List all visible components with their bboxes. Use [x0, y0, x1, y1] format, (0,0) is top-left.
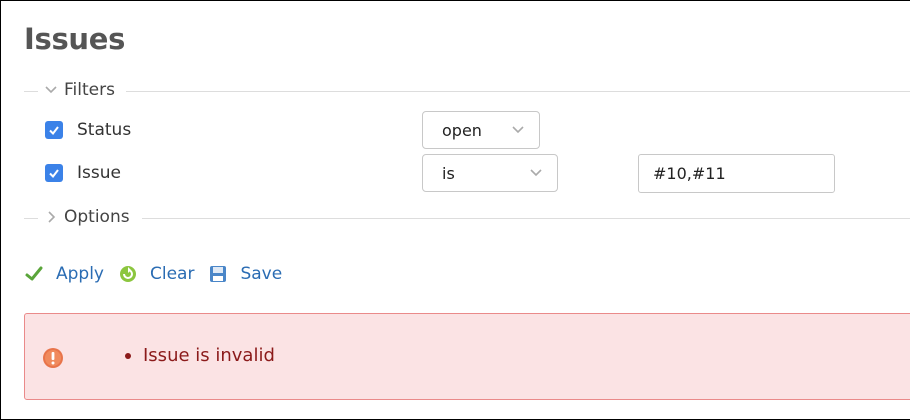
query-actions: Apply Clear Save: [24, 264, 296, 284]
options-divider-left: [24, 218, 38, 219]
issue-value-text: #10,#11: [653, 164, 726, 183]
options-legend: Options: [64, 207, 130, 227]
checkmark-icon: [49, 126, 59, 136]
issue-checkbox[interactable]: [45, 164, 63, 182]
filters-divider-left: [24, 91, 38, 92]
issue-label: Issue: [77, 163, 121, 183]
clear-link[interactable]: Clear: [118, 264, 194, 284]
error-message-box: Issue is invalid: [24, 313, 910, 400]
page-title: Issues: [24, 22, 126, 56]
filters-legend: Filters: [64, 80, 115, 100]
floppy-disk-icon: [210, 266, 227, 282]
filters-divider: [126, 91, 910, 92]
issue-operator-select[interactable]: is: [422, 154, 558, 192]
status-operator-value: open: [442, 120, 482, 140]
options-divider: [142, 218, 910, 219]
error-list: Issue is invalid: [125, 345, 275, 366]
issue-operator-value: is: [442, 163, 455, 183]
checkmark-icon: [49, 169, 59, 179]
exclamation-icon: [43, 348, 63, 368]
error-item: Issue is invalid: [125, 345, 275, 366]
save-link[interactable]: Save: [208, 264, 282, 284]
filter-row-issue: Issue: [45, 160, 121, 186]
chevron-right-icon: [48, 211, 56, 223]
clear-label: Clear: [150, 264, 195, 284]
checkmark-icon: [25, 266, 43, 281]
filters-toggle[interactable]: Filters: [40, 80, 119, 100]
filter-row-status: Status: [45, 117, 131, 143]
status-checkbox[interactable]: [45, 121, 63, 139]
chevron-down-icon: [512, 126, 524, 134]
reload-icon: [120, 266, 136, 282]
apply-link[interactable]: Apply: [24, 264, 104, 284]
apply-label: Apply: [56, 264, 104, 284]
chevron-down-icon: [45, 86, 57, 94]
save-label: Save: [240, 264, 283, 284]
issue-value-input[interactable]: #10,#11: [638, 154, 835, 193]
status-label: Status: [77, 120, 132, 140]
chevron-down-icon: [530, 169, 542, 177]
options-toggle[interactable]: Options: [40, 207, 134, 227]
status-operator-select[interactable]: open: [422, 111, 540, 149]
